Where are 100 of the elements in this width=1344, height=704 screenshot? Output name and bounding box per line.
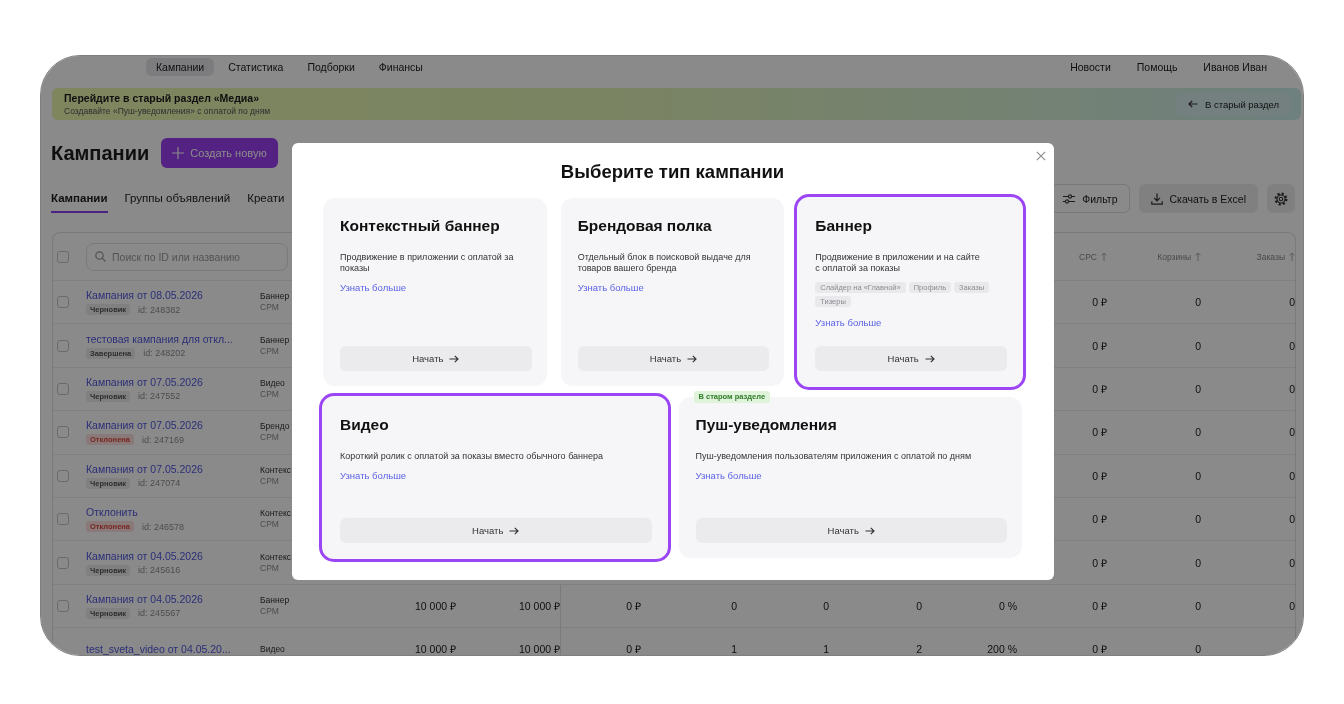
pricing-model: CPM xyxy=(260,519,279,531)
sort-arrow-icon xyxy=(1195,252,1201,261)
search-icon xyxy=(95,251,106,262)
start-button[interactable]: Начать xyxy=(340,346,532,371)
arrow-right-icon xyxy=(687,354,698,363)
arrow-right-icon xyxy=(924,354,935,363)
row-checkbox[interactable] xyxy=(57,469,69,482)
close-button[interactable] xyxy=(1034,149,1048,163)
column-header[interactable]: Заказы xyxy=(1256,251,1295,262)
campaign-type-card[interactable]: Видео Короткий ролик с оплатой за показы вместо обычного баннера Узнать больше Начать xyxy=(319,393,671,562)
start-button[interactable]: Начать xyxy=(577,346,770,371)
card-description: Продвижение в приложении и на сайте с оплатой за показы xyxy=(815,252,981,274)
table-cell: 0 xyxy=(731,599,737,612)
campaign-name-link[interactable]: Отклонить xyxy=(86,506,138,520)
table-cell: 0 xyxy=(1289,296,1295,309)
campaign-name-link[interactable]: Кампания от 07.05.2026 xyxy=(86,462,203,476)
nav-link[interactable]: Новости xyxy=(1070,58,1111,76)
campaign-name-link[interactable]: Кампания от 04.05.2026 xyxy=(86,592,203,606)
column-header[interactable]: Корзины xyxy=(1157,251,1201,262)
campaign-type-card[interactable]: Контекстный баннер Продвижение в приложении с оплатой за показы Узнать больше Начать xyxy=(323,198,547,386)
arrow-right-icon xyxy=(509,526,520,535)
tab[interactable]: Группы объявлений xyxy=(124,184,231,213)
sort-arrow-icon xyxy=(1101,252,1107,261)
campaign-name-link[interactable]: Кампания от 07.05.2026 xyxy=(86,375,203,389)
campaign-type: Видео xyxy=(260,377,285,389)
row-checkbox[interactable] xyxy=(57,382,69,395)
nav-link[interactable]: Финансы xyxy=(368,58,433,76)
tab[interactable]: Кампании xyxy=(51,184,108,213)
campaign-name-link[interactable]: test_sveta_video от 04.05.20... xyxy=(86,642,231,655)
nav-link[interactable]: Иванов Иван xyxy=(1203,58,1267,76)
start-button[interactable]: Начать xyxy=(340,518,652,543)
card-title: Брендовая полка xyxy=(577,216,712,236)
table-cell: 0 xyxy=(1289,469,1295,482)
campaign-type: Контекс xyxy=(260,508,291,520)
pricing-model: CPM xyxy=(260,432,279,444)
start-button[interactable]: Начать xyxy=(695,518,1007,543)
tab[interactable]: Креати xyxy=(247,184,285,213)
old-section-button[interactable]: В старый раздел xyxy=(1176,92,1291,116)
nav-link[interactable]: Кампании xyxy=(146,58,215,76)
select-all-checkbox[interactable] xyxy=(57,250,69,263)
table-cell: 2 xyxy=(916,643,922,655)
nav-link[interactable]: Подборки xyxy=(297,58,365,76)
learn-more-link[interactable]: Узнать больше xyxy=(577,282,644,294)
create-button[interactable]: Создать новую xyxy=(161,138,278,168)
download-icon xyxy=(1150,192,1163,205)
close-icon xyxy=(1036,151,1046,161)
gear-icon xyxy=(1274,191,1288,206)
card-description: Отдельный блок в поисковой выдаче для товаров вашего бренда xyxy=(577,252,752,274)
row-checkbox[interactable] xyxy=(57,513,69,526)
table-cell: 0 xyxy=(1289,599,1295,612)
table-cell: 0 xyxy=(1195,426,1201,439)
pricing-model: CPM xyxy=(260,562,279,574)
learn-more-link[interactable]: Узнать больше xyxy=(815,317,882,329)
learn-more-link[interactable]: Узнать больше xyxy=(695,470,762,482)
table-cell: 0 xyxy=(1195,382,1201,395)
dialog-title: Выберите тип кампании xyxy=(560,161,785,183)
table-cell: 0 ₽ xyxy=(1092,512,1107,527)
campaign-name-link[interactable]: Кампания от 07.05.2026 xyxy=(86,419,203,433)
learn-more-link[interactable]: Узнать больше xyxy=(340,282,407,294)
row-checkbox[interactable] xyxy=(57,339,69,352)
campaign-type-card[interactable]: Брендовая полка Отдельный блок в поисковой выдаче для товаров вашего бренда Узнать больше Начать xyxy=(560,198,785,386)
campaign-type: Контекс xyxy=(260,551,291,563)
campaign-name-link[interactable]: тестовая кампания для откл... xyxy=(86,332,233,346)
table-cell: 0 ₽ xyxy=(1092,381,1107,396)
pricing-model: CPM xyxy=(260,345,279,357)
row-checkbox[interactable] xyxy=(57,296,69,309)
export-button[interactable]: Скачать в Excel xyxy=(1138,184,1258,213)
table-cell: 0 ₽ xyxy=(626,642,641,655)
nav-link[interactable]: Статистика xyxy=(218,58,294,76)
pricing-model: CPM xyxy=(260,302,279,314)
table-cell: 0 ₽ xyxy=(1092,338,1107,353)
campaign-name-link[interactable]: Кампания от 08.05.2026 xyxy=(86,289,203,303)
column-header[interactable]: CPC xyxy=(1079,251,1107,262)
row-checkbox[interactable] xyxy=(57,599,69,612)
arrow-right-icon xyxy=(449,354,460,363)
table-cell: 0 ₽ xyxy=(1092,555,1107,570)
settings-button[interactable] xyxy=(1267,184,1295,213)
table-cell: 0 xyxy=(1195,296,1201,309)
campaign-name-link[interactable]: Кампания от 04.05.2026 xyxy=(86,549,203,563)
card-title: Контекстный баннер xyxy=(340,216,500,236)
pricing-model: CPM xyxy=(260,388,279,400)
row-checkbox[interactable] xyxy=(57,556,69,569)
table-cell: 0 xyxy=(1289,556,1295,569)
learn-more-link[interactable]: Узнать больше xyxy=(340,470,407,482)
filter-button[interactable]: Фильтр xyxy=(1051,184,1130,213)
table-cell: 0 ₽ xyxy=(1092,642,1107,655)
table-cell: 0 xyxy=(916,599,922,612)
nav-link[interactable]: Помощь xyxy=(1136,58,1178,76)
plus-icon xyxy=(172,147,185,159)
table-cell: 1 xyxy=(823,643,829,655)
table-cell: 0 xyxy=(1195,339,1201,352)
table-cell: 10 000 ₽ xyxy=(518,642,560,655)
card-title: Пуш-уведомления xyxy=(695,415,837,435)
start-button[interactable]: Начать xyxy=(815,346,1007,371)
table-cell: 0 xyxy=(823,599,829,612)
campaign-type: Контекс xyxy=(260,464,291,476)
table-cell: 0 xyxy=(1195,599,1201,612)
campaign-type: Брендо xyxy=(260,421,290,433)
card-title: Видео xyxy=(340,415,389,435)
row-checkbox[interactable] xyxy=(57,426,69,439)
